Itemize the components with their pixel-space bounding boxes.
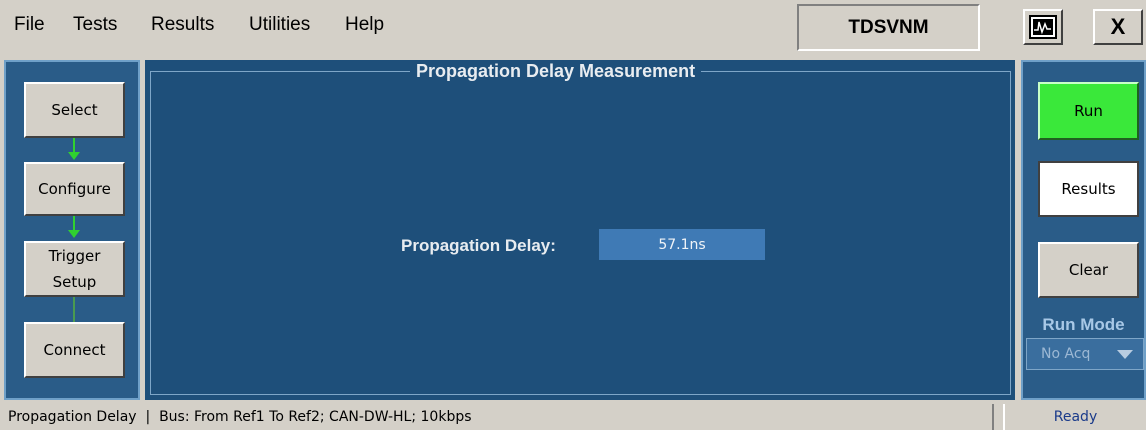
clear-button-label: Clear <box>1068 261 1109 279</box>
menu-help[interactable]: Help <box>345 14 384 36</box>
status-ready: Ready <box>1003 404 1146 430</box>
menu-tests[interactable]: Tests <box>73 14 117 36</box>
clear-button[interactable]: Clear <box>1038 242 1139 298</box>
flow-connector <box>73 216 75 230</box>
chevron-down-icon <box>1117 350 1133 359</box>
results-button-label: Results <box>1061 180 1116 198</box>
waveform-icon <box>1029 15 1057 39</box>
select-button[interactable]: Select <box>24 82 125 138</box>
close-button[interactable]: X <box>1093 9 1143 45</box>
run-mode-value: No Acq <box>1041 346 1091 362</box>
trigger-setup-label-line1: Trigger <box>48 247 101 265</box>
trigger-setup-label-line2: Setup <box>52 273 97 291</box>
run-mode-label: Run Mode <box>1042 315 1125 334</box>
results-button[interactable]: Results <box>1038 161 1139 217</box>
menu-file[interactable]: File <box>14 14 45 36</box>
select-button-label: Select <box>51 101 98 119</box>
propagation-delay-value: 57.1ns <box>599 229 765 260</box>
group-title: Propagation Delay Measurement <box>410 61 702 82</box>
app-name-label: TDSVNM <box>797 4 980 51</box>
connect-button-label: Connect <box>43 341 106 359</box>
flow-connector <box>73 297 75 323</box>
measurement-group-frame <box>150 71 1011 395</box>
configure-button-label: Configure <box>38 180 111 198</box>
run-mode-select[interactable]: No Acq <box>1026 338 1144 370</box>
flow-arrow-icon <box>68 152 80 160</box>
flow-arrow-icon <box>68 230 80 238</box>
close-icon: X <box>1110 14 1126 39</box>
flow-connector <box>73 138 75 152</box>
connect-button[interactable]: Connect <box>24 322 125 378</box>
menu-results[interactable]: Results <box>151 14 214 36</box>
run-button[interactable]: Run <box>1038 82 1139 140</box>
menu-utilities[interactable]: Utilities <box>249 14 310 36</box>
run-button-label: Run <box>1074 102 1103 120</box>
status-text: Propagation Delay | Bus: From Ref1 To Re… <box>4 404 994 430</box>
propagation-delay-label: Propagation Delay: <box>401 236 556 255</box>
configure-button[interactable]: Configure <box>24 162 125 216</box>
trigger-setup-button[interactable]: Trigger Setup <box>24 241 125 297</box>
scope-view-button[interactable] <box>1023 9 1063 45</box>
